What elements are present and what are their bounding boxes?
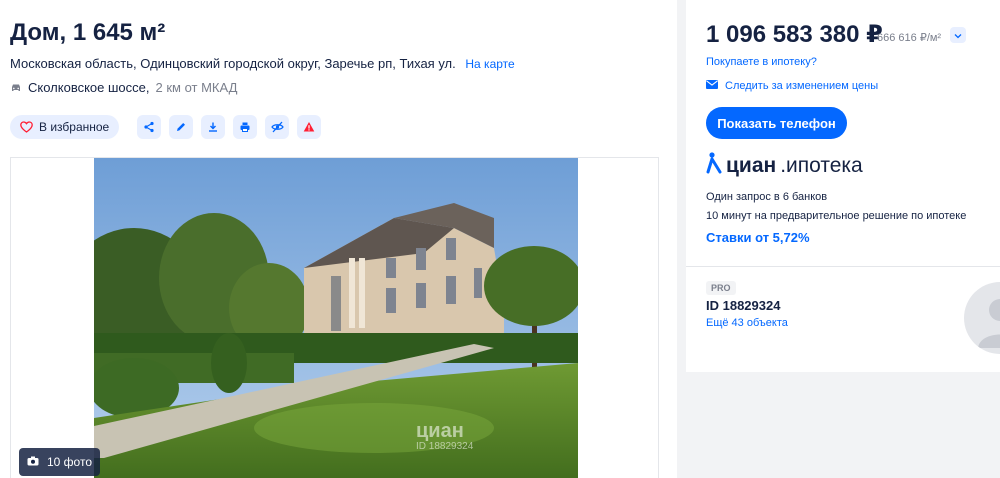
watermark-id: ID 18829324 xyxy=(416,441,474,452)
agent-id: ID 18829324 xyxy=(706,298,781,313)
print-button[interactable] xyxy=(233,115,258,139)
listing-card: Дом, 1 645 м² Московская область, Одинцо… xyxy=(0,0,677,478)
address: Московская область, Одинцовский городско… xyxy=(10,56,515,71)
download-button[interactable] xyxy=(201,115,226,139)
map-link[interactable]: На карте xyxy=(465,57,514,71)
agent-card: PRO ID 18829324 Ещё 43 объекта xyxy=(686,266,1000,372)
warning-icon xyxy=(303,121,315,133)
price-details-button[interactable] xyxy=(950,27,966,43)
edit-button[interactable] xyxy=(169,115,194,139)
heart-icon xyxy=(20,121,33,133)
highway-distance: 2 км от МКАД xyxy=(155,80,238,95)
mortgage-link[interactable]: Покупаете в ипотеку? xyxy=(706,56,817,68)
show-phone-button[interactable]: Показать телефон xyxy=(706,107,847,139)
main-photo[interactable] xyxy=(94,158,578,478)
watermark-brand: циан xyxy=(416,420,464,442)
cian-word: циан xyxy=(726,153,777,177)
photo-count-label: 10 фото xyxy=(47,455,92,469)
address-text: Московская область, Одинцовский городско… xyxy=(10,56,456,71)
page-title: Дом, 1 645 м² xyxy=(10,19,166,46)
rates-link[interactable]: Ставки от 5,72% xyxy=(706,230,810,245)
banks-line: Один запрос в 6 банков xyxy=(706,191,828,203)
pro-badge: PRO xyxy=(706,281,736,295)
camera-icon xyxy=(27,455,39,469)
hide-icon xyxy=(271,121,284,133)
more-objects-link[interactable]: Ещё 43 объекта xyxy=(706,317,788,329)
chevron-down-icon xyxy=(954,26,962,44)
cian-mortgage-logo[interactable]: циан .ипотека xyxy=(706,152,863,179)
hide-button[interactable] xyxy=(265,115,290,139)
favorite-button[interactable]: В избранное xyxy=(10,115,120,139)
share-icon xyxy=(143,121,155,133)
edit-icon xyxy=(175,121,187,133)
price-value: 1 096 583 380 ₽ xyxy=(706,21,883,48)
car-icon xyxy=(10,82,22,94)
decision-line: 10 минут на предварительное решение по и… xyxy=(706,210,967,222)
cian-logo-icon xyxy=(706,152,722,179)
ipoteka-word: .ипотека xyxy=(780,153,863,177)
envelope-icon xyxy=(706,80,718,92)
highway-name: Сколковское шоссе, xyxy=(28,80,150,95)
highway-info: Сколковское шоссе, 2 км от МКАД xyxy=(10,80,237,95)
report-button[interactable] xyxy=(297,115,322,139)
price-per-meter: 666 616 ₽/м² xyxy=(877,32,942,44)
action-bar: В избранное xyxy=(10,115,322,139)
photo-gallery[interactable]: циан ID 18829324 10 фото xyxy=(10,157,659,478)
price-card: 1 096 583 380 ₽ 666 616 ₽/м² Покупаете в… xyxy=(686,0,1000,266)
download-icon xyxy=(207,121,219,133)
follow-price-link[interactable]: Следить за изменением цены xyxy=(706,80,878,92)
avatar[interactable] xyxy=(964,282,1000,354)
follow-price-label: Следить за изменением цены xyxy=(725,80,879,92)
print-icon xyxy=(239,121,251,133)
favorite-label: В избранное xyxy=(39,120,110,134)
photo-watermark: циан ID 18829324 xyxy=(416,420,473,452)
share-button[interactable] xyxy=(137,115,162,139)
photo-count-badge[interactable]: 10 фото xyxy=(19,448,100,476)
